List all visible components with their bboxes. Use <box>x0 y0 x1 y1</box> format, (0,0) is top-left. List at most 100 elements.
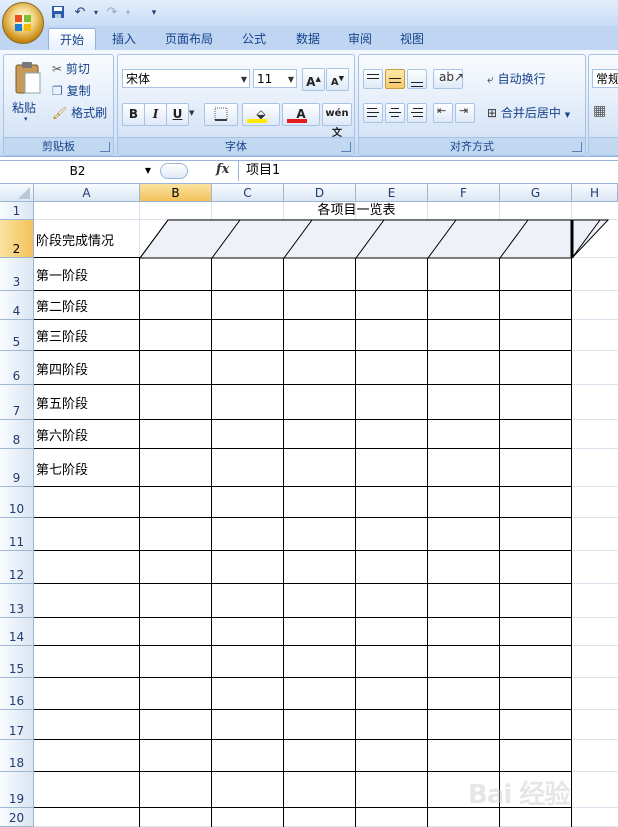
copy-button[interactable]: ❐ 复制 <box>52 81 91 101</box>
column-header-f[interactable]: F <box>428 184 500 202</box>
row-header-8[interactable]: 8 <box>0 420 34 449</box>
paste-icon <box>15 62 41 94</box>
tab-data[interactable]: 数据 <box>288 28 328 50</box>
row-header-7[interactable]: 7 <box>0 385 34 420</box>
bold-button[interactable]: B <box>122 103 145 126</box>
tab-page-layout[interactable]: 页面布局 <box>156 28 222 50</box>
alignment-group-label: 对齐方式 <box>359 137 585 155</box>
row-header-20[interactable]: 20 <box>0 808 34 827</box>
grow-font-button[interactable]: A▲ <box>302 68 325 91</box>
row-header-6[interactable]: 6 <box>0 351 34 385</box>
increase-indent-icon: ⇥ <box>459 104 469 117</box>
row-header-5[interactable]: 5 <box>0 320 34 351</box>
borders-button[interactable] <box>204 103 238 126</box>
alignment-launcher-icon[interactable] <box>572 142 582 152</box>
tab-view[interactable]: 视图 <box>392 28 432 50</box>
row-header-14[interactable]: 14 <box>0 618 34 646</box>
undo-dropdown-icon[interactable]: ▾ <box>88 5 104 21</box>
undo-icon[interactable]: ↶ <box>72 5 88 21</box>
format-painter-button[interactable]: 🖌 格式刷 <box>52 103 107 123</box>
phonetic-button[interactable]: wén 文 <box>322 103 352 139</box>
table-border <box>34 677 572 678</box>
row-header-16[interactable]: 16 <box>0 678 34 710</box>
stage-cell[interactable]: 第二阶段 <box>36 291 88 320</box>
save-icon[interactable] <box>50 5 66 21</box>
font-launcher-icon[interactable] <box>341 142 351 152</box>
watermark-text: Bai 经验 <box>468 780 570 810</box>
column-header-a[interactable]: A <box>34 184 140 202</box>
select-all-corner[interactable] <box>0 184 34 202</box>
font-size-select[interactable]: 11 ▼ <box>253 69 297 88</box>
office-button[interactable] <box>2 2 44 44</box>
wrap-text-button[interactable]: ⤶ 自动换行 <box>487 69 546 89</box>
row-header-13[interactable]: 13 <box>0 584 34 618</box>
name-box[interactable]: B2 ▼ <box>0 162 155 180</box>
tab-insert[interactable]: 插入 <box>104 28 144 50</box>
font-name-select[interactable]: 宋体 ▼ <box>122 69 250 88</box>
row-header-11[interactable]: 11 <box>0 518 34 551</box>
shrink-font-button[interactable]: A▼ <box>326 68 349 91</box>
accounting-format-button[interactable]: ▦ <box>593 103 617 123</box>
row-header-17[interactable]: 17 <box>0 710 34 740</box>
expand-handle-icon[interactable] <box>160 163 188 179</box>
align-middle-button[interactable] <box>385 69 405 89</box>
row-header-12[interactable]: 12 <box>0 551 34 584</box>
decrease-indent-button[interactable]: ⇤ <box>433 103 453 123</box>
orientation-button[interactable]: ab↗ <box>433 69 464 89</box>
cut-label: 剪切 <box>65 62 90 76</box>
formula-divider <box>238 161 239 181</box>
stage-cell[interactable]: 第三阶段 <box>36 320 88 351</box>
row-header-19[interactable]: 19 <box>0 772 34 808</box>
redo-icon[interactable]: ↷ <box>104 5 120 21</box>
table-border <box>34 290 572 291</box>
column-header-h[interactable]: H <box>572 184 618 202</box>
row-header-1[interactable]: 1 <box>0 202 34 220</box>
stage-cell[interactable]: 第一阶段 <box>36 258 88 291</box>
stage-cell[interactable]: 第五阶段 <box>36 385 88 420</box>
stage-cell[interactable]: 第七阶段 <box>36 449 88 487</box>
chevron-down-icon[interactable]: ▼ <box>145 162 151 180</box>
insert-function-button[interactable]: fx <box>216 162 229 177</box>
number-format-select[interactable]: 常规 <box>592 69 618 88</box>
align-left-button[interactable] <box>363 103 383 123</box>
stage-header-cell[interactable]: 阶段完成情况 <box>36 220 114 258</box>
tab-home[interactable]: 开始 <box>48 28 96 52</box>
stage-cell[interactable]: 第四阶段 <box>36 351 88 385</box>
row-header-2[interactable]: 2 <box>0 220 34 258</box>
redo-dropdown-icon[interactable]: ▾ <box>120 5 136 21</box>
column-header-g[interactable]: G <box>500 184 572 202</box>
row-header-9[interactable]: 9 <box>0 449 34 487</box>
row-header-15[interactable]: 15 <box>0 646 34 678</box>
row-header-18[interactable]: 18 <box>0 740 34 772</box>
italic-button[interactable]: I <box>144 103 167 126</box>
tab-review[interactable]: 审阅 <box>340 28 380 50</box>
sheet-title-cell[interactable]: 各项目一览表 <box>140 202 573 220</box>
underline-button[interactable]: U <box>166 103 189 126</box>
row-header-10[interactable]: 10 <box>0 487 34 518</box>
merge-center-button[interactable]: ⊞ 合并后居中 ▼ <box>487 103 570 123</box>
table-border <box>34 550 572 551</box>
tab-formulas[interactable]: 公式 <box>234 28 274 50</box>
cut-button[interactable]: ✂ 剪切 <box>52 59 90 79</box>
underline-dropdown-icon[interactable]: ▼ <box>189 109 194 117</box>
row-header-3[interactable]: 3 <box>0 258 34 291</box>
increase-indent-button[interactable]: ⇥ <box>455 103 475 123</box>
align-top-button[interactable] <box>363 69 383 89</box>
clipboard-launcher-icon[interactable] <box>100 142 110 152</box>
formula-input[interactable]: 项目1 <box>246 161 280 181</box>
stage-cell[interactable]: 第六阶段 <box>36 420 88 449</box>
align-center-button[interactable] <box>385 103 405 123</box>
customize-icon[interactable]: ▾ <box>146 5 162 21</box>
column-header-c[interactable]: C <box>212 184 284 202</box>
font-color-swatch <box>287 119 307 123</box>
paste-dropdown-icon: ▾ <box>24 115 28 123</box>
row-header-4[interactable]: 4 <box>0 291 34 320</box>
column-header-b[interactable]: B <box>140 184 212 202</box>
align-bottom-button[interactable] <box>407 69 427 89</box>
column-header-e[interactable]: E <box>356 184 428 202</box>
paste-button[interactable]: 粘贴 ▾ <box>10 59 46 123</box>
column-header-d[interactable]: D <box>284 184 356 202</box>
fill-color-button[interactable]: ⬙ <box>242 103 280 126</box>
font-color-button[interactable]: A <box>282 103 320 126</box>
align-right-button[interactable] <box>407 103 427 123</box>
